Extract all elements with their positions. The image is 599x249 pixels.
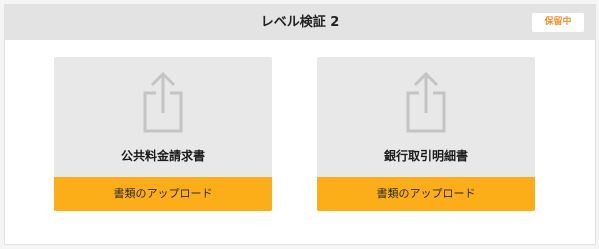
upload-document-button[interactable]: 書類のアップロード xyxy=(317,177,535,211)
panel-header: レベル検証 2 保留中 xyxy=(5,5,595,40)
status-badge: 保留中 xyxy=(532,13,584,32)
bank-statement-upload-card[interactable]: 銀行取引明細書 書類のアップロード xyxy=(317,57,535,211)
panel-title: レベル検証 2 xyxy=(260,15,340,30)
upload-document-button[interactable]: 書類のアップロード xyxy=(54,177,272,211)
utility-bill-upload-card[interactable]: 公共料金請求書 書類のアップロード xyxy=(54,57,272,211)
card-title: 公共料金請求書 xyxy=(120,149,205,163)
card-title: 銀行取引明細書 xyxy=(383,149,468,163)
upload-icon xyxy=(406,71,446,133)
upload-icon xyxy=(143,71,183,133)
